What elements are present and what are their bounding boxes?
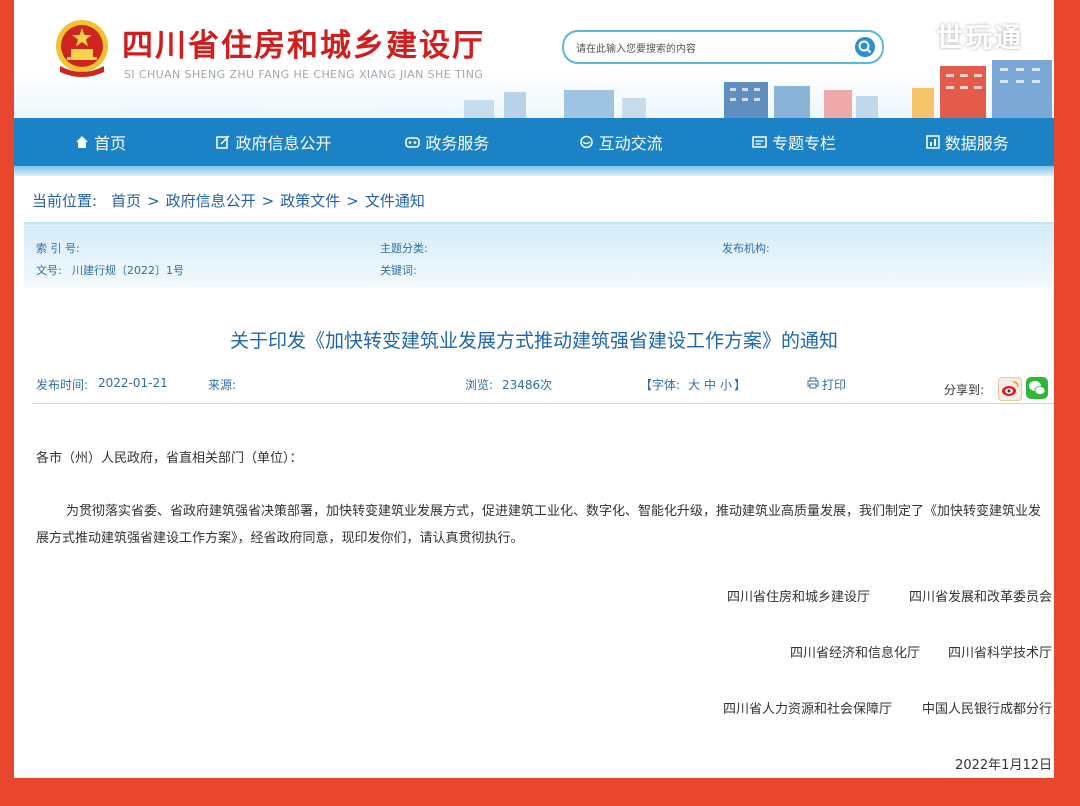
breadcrumb-separator: > (346, 191, 359, 210)
nav-item-gov-service[interactable]: 政务服务 (361, 118, 534, 166)
topic-label: 主题分类: (380, 242, 428, 255)
signatory: 四川省经济和信息化厅 (789, 646, 920, 661)
nav-label: 数据服务 (944, 134, 1009, 153)
breadcrumb-separator: > (261, 191, 275, 210)
index-number-label: 索 引 号: (36, 242, 80, 255)
doc-number-label: 文号: (36, 264, 62, 277)
watermark-logo: 世玩通 (936, 23, 1023, 54)
search-input[interactable]: 请在此输入您要搜索的内容 (576, 40, 696, 55)
nav-label: 政务服务 (425, 134, 490, 153)
salutation: 各市（州）人民政府，省直相关部门（单位）： (36, 451, 303, 466)
search-box[interactable]: 请在此输入您要搜索的内容 (562, 30, 884, 64)
font-size-close: 】 (734, 378, 747, 392)
publish-date: 2022-01-21 (98, 376, 168, 390)
document-meta-box: 索 引 号: 主题分类: 发布机构: 文号: 川建行规〔2022〕1号 关键词: (24, 226, 1054, 288)
nav-item-interaction[interactable]: 互动交流 (534, 118, 707, 166)
edit-icon (216, 135, 231, 149)
signatory: 中国人民银行成都分行 (921, 702, 1052, 717)
sign-date: 2022年1月12日 (955, 758, 1052, 773)
national-emblem-icon (56, 20, 108, 77)
nav-label: 政府信息公开 (235, 134, 332, 153)
weibo-share-icon[interactable] (998, 377, 1022, 401)
home-icon (76, 136, 89, 148)
breadcrumb-separator: > (147, 191, 160, 210)
breadcrumb-notice[interactable]: 文件通知 (365, 190, 425, 211)
views-count: 23486次 (502, 378, 553, 392)
divider (32, 403, 1054, 404)
nav-label: 互动交流 (598, 134, 663, 153)
print-link[interactable]: 打印 (822, 376, 846, 393)
main-nav: 首页 政府信息公开 政务服务 互动交流 专题专栏 数据服务 (14, 118, 1054, 166)
nav-item-home[interactable]: 首页 (14, 118, 187, 166)
watermark-dash (904, 32, 930, 35)
font-size-label: 【字体: (640, 378, 681, 392)
document-title: 关于印发《加快转变建筑业发展方式推动建筑强省建设工作方案》的通知 (229, 330, 838, 352)
city-skyline-banner (464, 60, 1052, 120)
chat-icon (579, 135, 593, 149)
font-medium-link[interactable]: 中 (704, 376, 716, 393)
data-icon (926, 135, 940, 149)
watermark-dash (1042, 32, 1054, 35)
issuer-label: 发布机构: (722, 242, 770, 255)
source-label: 来源: (208, 378, 237, 392)
topic-icon (752, 136, 767, 148)
signatory: 四川省发展和改革委员会 (908, 590, 1052, 605)
signatory: 四川省人力资源和社会保障厅 (722, 702, 892, 717)
keywords-label: 关键词: (380, 264, 417, 277)
site-title[interactable]: 四川省住房和城乡建设厅 (122, 20, 485, 65)
font-large-link[interactable]: 大 (688, 376, 700, 393)
nav-underline-band (14, 166, 1054, 176)
browser-page: 四川省住房和城乡建设厅 SI CHUAN SHENG ZHU FANG HE C… (14, 0, 1054, 778)
publish-time-label: 发布时间: (36, 378, 89, 392)
share-label: 分享到: (944, 383, 985, 397)
nav-item-topics[interactable]: 专题专栏 (707, 118, 880, 166)
views-label: 浏览: (465, 378, 494, 392)
site-header: 四川省住房和城乡建设厅 SI CHUAN SHENG ZHU FANG HE C… (14, 0, 1054, 120)
breadcrumb: 当前位置: 首页 > 政府信息公开 > 政策文件 > 文件通知 (32, 190, 425, 211)
nav-label: 首页 (94, 134, 127, 153)
breadcrumb-policy[interactable]: 政策文件 (280, 190, 340, 211)
nav-label: 专题专栏 (771, 134, 836, 153)
nav-item-gov-info[interactable]: 政府信息公开 (187, 118, 360, 166)
search-icon[interactable] (854, 36, 876, 58)
font-small-link[interactable]: 小 (720, 376, 732, 393)
site-subtitle: SI CHUAN SHENG ZHU FANG HE CHENG XIANG J… (124, 68, 484, 81)
signatory: 四川省住房和城乡建设厅 (726, 590, 870, 605)
doc-number-value: 川建行规〔2022〕1号 (72, 264, 184, 277)
breadcrumb-gov-info[interactable]: 政府信息公开 (166, 190, 256, 211)
print-icon[interactable] (807, 377, 819, 389)
service-icon (405, 137, 421, 148)
nav-item-data[interactable]: 数据服务 (881, 118, 1054, 166)
breadcrumb-home[interactable]: 首页 (111, 190, 141, 211)
body-paragraph: 为贯彻落实省委、省政府建筑强省决策部署，加快转变建筑业发展方式，促进建筑工业化、… (36, 504, 1042, 546)
wechat-share-icon[interactable] (1026, 377, 1048, 399)
breadcrumb-prefix: 当前位置: (32, 192, 98, 210)
signatory: 四川省科学技术厅 (947, 646, 1052, 661)
